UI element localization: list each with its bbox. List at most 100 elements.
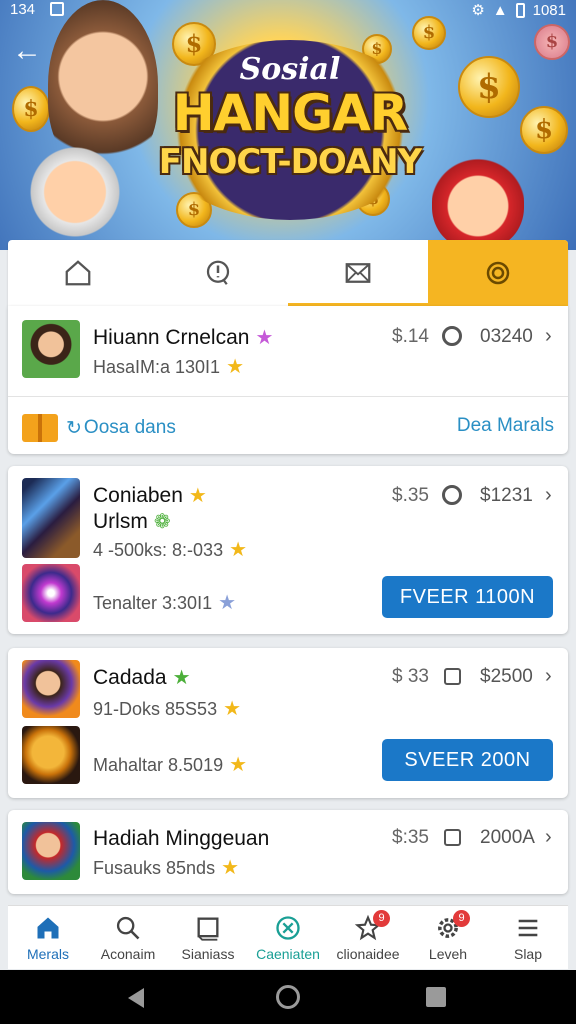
- coin-icon: $: [12, 86, 50, 132]
- settings-status-icon: ⚙: [471, 2, 485, 19]
- back-arrow-icon[interactable]: ←: [12, 34, 42, 68]
- star-icon: ★: [221, 857, 240, 879]
- reward-card-1[interactable]: Hiuann Crnelcan ★ HasaIM:a 130I1 ★ $.14 03…: [8, 306, 568, 454]
- status-time: 134: [10, 1, 36, 18]
- card-subtitle: Fusauks 85nds ★: [93, 855, 239, 880]
- logo-sub-text: FNOCT-DOANY: [158, 142, 422, 182]
- claim-button[interactable]: SVEER 200N: [382, 739, 553, 781]
- checkbox-icon[interactable]: [444, 668, 461, 685]
- card-title-text: Hadiah Minggeuan: [93, 827, 270, 850]
- card-subtitle-text: 4 -500ks: 8:-033: [93, 540, 224, 560]
- amount-text: 03240: [480, 326, 533, 347]
- price-text: $:35: [392, 827, 429, 848]
- amount-text: $2500: [480, 666, 533, 687]
- nav-label: Slap: [513, 945, 543, 962]
- home-icon: [37, 917, 59, 938]
- promo-right-text: Dea Marals: [456, 415, 554, 436]
- card-subtitle-text: HasaIM:a 130I1: [93, 357, 221, 377]
- card-title-text: Hiuann Crnelcan: [93, 326, 250, 349]
- chevron-right-icon[interactable]: ›: [545, 665, 552, 688]
- reward-card-3[interactable]: Cadada ★ 91-Doks 85S53 ★ $ 33 $2500 › Maha…: [8, 648, 568, 798]
- card-subtitle: HasaIM:a 130I1 ★: [93, 354, 244, 379]
- star-icon: ★: [229, 754, 248, 776]
- system-back-icon[interactable]: [128, 988, 144, 1008]
- star-icon: ★: [188, 485, 207, 507]
- card-title: Hiuann Crnelcan ★: [93, 325, 273, 350]
- nav-item-caeniaten[interactable]: Caeniaten: [248, 906, 328, 969]
- star-icon: ★: [226, 356, 245, 378]
- ring-icon[interactable]: [442, 326, 462, 346]
- tab-badges[interactable]: [428, 240, 568, 306]
- chevron-right-icon[interactable]: ›: [545, 325, 552, 348]
- logo-main-text: HANGAR: [172, 84, 409, 142]
- card-title-text: Coniaben: [93, 484, 183, 507]
- logo-top-text: Sosial: [239, 52, 341, 87]
- star-icon: ★: [218, 592, 237, 614]
- reward-card-2[interactable]: Coniaben ★ Urlsm ❁ 4 -500ks: 8:-033 ★ $.35 …: [8, 466, 568, 634]
- divider: [8, 396, 568, 397]
- nav-label: clionaidee: [336, 945, 400, 962]
- system-recents-icon[interactable]: [426, 987, 446, 1007]
- nav-label: Aconaim: [100, 945, 156, 962]
- nav-item-aconaim[interactable]: Aconaim: [88, 906, 168, 969]
- character-kid-left: [30, 142, 120, 242]
- checkbox-icon[interactable]: [444, 829, 461, 846]
- tab-home[interactable]: [8, 240, 148, 306]
- nav-label: Leveh: [428, 945, 468, 962]
- character-thumbnail: [22, 726, 80, 784]
- card-title: Hadiah Minggeuan: [93, 827, 269, 851]
- price-text: $ 33: [392, 666, 429, 687]
- card-subtitle: 91-Doks 85S53 ★: [93, 696, 241, 721]
- avatar: [22, 660, 80, 718]
- card-subtitle-text: 91-Doks 85S53: [93, 699, 218, 719]
- card-title-line2-text: Urlsm: [93, 510, 148, 533]
- card-subtitle-2: Tenalter 3:30I1 ★: [93, 590, 236, 615]
- card-title-line2: Urlsm ❁: [93, 509, 171, 534]
- claim-button[interactable]: FVEER 1100N: [382, 576, 553, 618]
- coin-icon: $: [520, 106, 568, 154]
- battery-icon: [515, 2, 525, 18]
- gift-box-icon: [22, 414, 58, 442]
- nav-item-slap[interactable]: Slap: [488, 906, 568, 969]
- promo-link-right[interactable]: Dea Marals: [457, 415, 554, 437]
- alert-chat-icon: [206, 260, 230, 285]
- battery-text: 1081: [532, 1, 566, 19]
- amount-text: $1231: [480, 485, 533, 506]
- system-home-icon[interactable]: [276, 985, 300, 1009]
- card-subtitle-2: Mahaltar 8.5019 ★: [93, 752, 247, 777]
- mail-icon: [345, 263, 371, 283]
- top-tab-bar: [8, 240, 568, 306]
- ring-icon[interactable]: [442, 485, 462, 505]
- notification-badge: 9: [373, 910, 390, 927]
- chevron-right-icon[interactable]: ›: [545, 484, 552, 507]
- promo-link-left[interactable]: ↻ Oosa dans: [22, 414, 176, 442]
- game-thumbnail: [22, 478, 80, 558]
- nav-item-sianiass[interactable]: Sianiass: [168, 906, 248, 969]
- hero-banner: $ $ $ $ $ $ $ $ $ Sosial HANGAR FNOCT-DO…: [0, 0, 576, 250]
- nav-item-merals[interactable]: Merals: [8, 906, 88, 969]
- notification-badge: 9: [453, 910, 470, 927]
- card-title: Coniaben ★: [93, 483, 207, 508]
- nav-item-clionaidee[interactable]: 9 clionaidee: [328, 906, 408, 969]
- star-icon: ★: [229, 539, 248, 561]
- wifi-icon: ▲: [492, 1, 508, 19]
- card-title: Cadada ★: [93, 665, 191, 690]
- bottom-navigation: Merals Aconaim Sianiass Caeniaten 9 clio…: [8, 905, 568, 969]
- tab-alerts[interactable]: [148, 240, 288, 306]
- star-icon: ★: [172, 667, 191, 689]
- nav-label: Sianiass: [181, 945, 235, 962]
- card-subtitle: 4 -500ks: 8:-033 ★: [93, 537, 247, 562]
- chevron-right-icon[interactable]: ›: [545, 826, 552, 849]
- reward-card-4[interactable]: Hadiah Minggeuan Fusauks 85nds ★ $:35 200…: [8, 810, 568, 894]
- card-subtitle-text: Fusauks 85nds: [93, 858, 216, 878]
- book-icon: [197, 917, 219, 941]
- tab-messages[interactable]: [288, 240, 428, 306]
- nav-item-leveh[interactable]: 9 Leveh: [408, 906, 488, 969]
- avatar: [22, 822, 80, 880]
- character-kid-right: [432, 148, 524, 248]
- nav-label: Caeniaten: [256, 945, 320, 962]
- gem-thumbnail: [22, 564, 80, 622]
- star-icon: ★: [223, 698, 242, 720]
- card-subtitle-2-text: Mahaltar 8.5019: [93, 755, 224, 775]
- home-icon: [65, 260, 91, 286]
